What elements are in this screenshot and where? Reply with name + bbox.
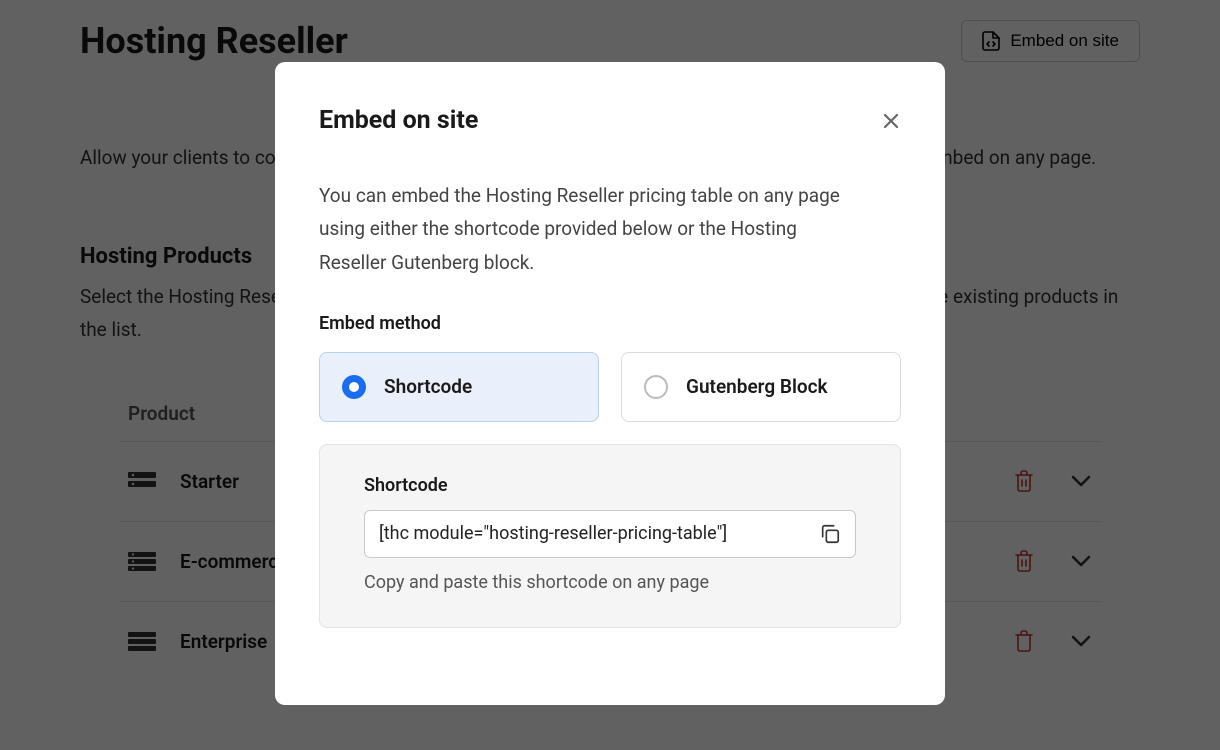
copy-icon	[819, 523, 841, 545]
shortcode-help: Copy and paste this shortcode on any pag…	[364, 572, 856, 593]
radio-selected-icon	[342, 375, 366, 399]
radio-label: Shortcode	[384, 375, 472, 398]
modal-overlay[interactable]: Embed on site You can embed the Hosting …	[0, 0, 1220, 750]
radio-label: Gutenberg Block	[686, 375, 828, 398]
copy-button[interactable]	[819, 523, 841, 545]
embed-method-shortcode[interactable]: Shortcode	[319, 352, 599, 422]
close-icon	[881, 111, 901, 131]
radio-unselected-icon	[644, 375, 668, 399]
embed-modal: Embed on site You can embed the Hosting …	[275, 62, 945, 705]
shortcode-panel: Shortcode [thc module="hosting-reseller-…	[319, 444, 901, 628]
shortcode-label: Shortcode	[364, 475, 856, 496]
embed-method-gutenberg[interactable]: Gutenberg Block	[621, 352, 901, 422]
embed-method-label: Embed method	[319, 313, 901, 334]
close-button[interactable]	[881, 111, 901, 131]
shortcode-field[interactable]: [thc module="hosting-reseller-pricing-ta…	[364, 510, 856, 558]
shortcode-value: [thc module="hosting-reseller-pricing-ta…	[379, 523, 809, 544]
modal-description: You can embed the Hosting Reseller prici…	[319, 179, 859, 279]
modal-title: Embed on site	[319, 106, 478, 135]
